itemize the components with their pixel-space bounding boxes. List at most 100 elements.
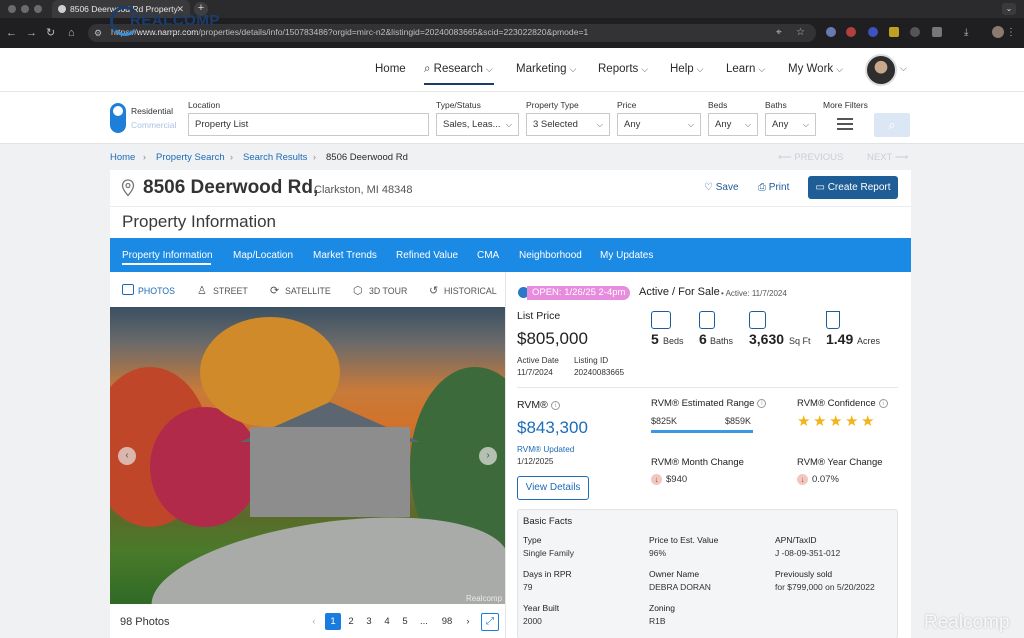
- pager-page-98[interactable]: 98: [437, 613, 457, 630]
- browser-menu-icon[interactable]: ⋮: [1006, 26, 1016, 40]
- breadcrumb-current: 8506 Deerwood Rd: [326, 152, 408, 163]
- panel-divider: [517, 387, 898, 388]
- photo-tab-satellite[interactable]: SATELLITE: [285, 286, 331, 296]
- tab-my-updates[interactable]: My Updates: [600, 250, 653, 261]
- user-menu-chevron-icon[interactable]: ⌵: [900, 63, 907, 74]
- browser-profile-avatar[interactable]: [992, 26, 1004, 38]
- extension-icon[interactable]: [889, 27, 899, 37]
- price-label: Price: [617, 100, 637, 110]
- listing-id: 20240083665: [574, 368, 625, 377]
- reload-icon[interactable]: ↻: [46, 26, 55, 40]
- photo-tab-historical[interactable]: HISTORICAL: [444, 286, 497, 296]
- site-info-icon[interactable]: ⚙: [94, 26, 102, 40]
- rvm-updated-label: RVM® Updated: [517, 445, 575, 454]
- baths-select[interactable]: Any ⌵: [765, 113, 816, 136]
- fact-label: Type: [523, 535, 542, 545]
- view-details-button[interactable]: View Details: [517, 476, 589, 500]
- nav-reports[interactable]: Reports ⌵: [598, 63, 648, 75]
- tab-neighborhood[interactable]: Neighborhood: [519, 250, 582, 261]
- beds-value: 5: [651, 331, 659, 347]
- chevron-down-icon: ⌵: [596, 120, 603, 129]
- chevron-right-icon: ›: [230, 152, 233, 162]
- nav-marketing[interactable]: Marketing ⌵: [516, 63, 576, 75]
- fact-value: R1B: [649, 616, 666, 626]
- info-icon[interactable]: i: [878, 399, 888, 408]
- property-address: 8506 Deerwood Rd,: [143, 177, 319, 198]
- window-minimize-dot[interactable]: [21, 5, 29, 13]
- chevron-down-icon: ⌵: [569, 64, 577, 74]
- location-icon[interactable]: ⌖: [776, 26, 782, 40]
- info-icon[interactable]: i: [550, 401, 560, 410]
- extension-icon[interactable]: [826, 27, 836, 37]
- property-city: Clarkston, MI 48348: [314, 184, 413, 196]
- window-close-dot[interactable]: [8, 5, 16, 13]
- search-button[interactable]: ⌕: [874, 113, 910, 137]
- tab-map-location[interactable]: Map/Location: [233, 250, 293, 261]
- listing-id-label: Listing ID: [574, 356, 609, 365]
- sliders-icon[interactable]: [836, 116, 854, 132]
- nav-learn[interactable]: Learn ⌵: [726, 63, 765, 75]
- pager-prev-icon[interactable]: ‹: [306, 613, 322, 630]
- toggle-residential-label[interactable]: Residential: [131, 106, 173, 116]
- forward-icon[interactable]: →: [26, 26, 37, 40]
- tab-market-trends[interactable]: Market Trends: [313, 250, 377, 261]
- photo-next-button[interactable]: ›: [479, 447, 497, 465]
- type-status-select[interactable]: Sales, Leas... ⌵: [436, 113, 519, 136]
- print-button[interactable]: ⎙ Print: [758, 182, 789, 193]
- pager-page-2[interactable]: 2: [343, 613, 359, 630]
- next-link[interactable]: NEXT ⟶: [867, 152, 908, 163]
- photo-tab-3d-tour[interactable]: 3D TOUR: [369, 286, 407, 296]
- realcomp-logo[interactable]: REALCOMP Data-driven. Results-focused. M…: [110, 6, 220, 38]
- user-avatar[interactable]: [865, 54, 897, 86]
- photos-count: 98 Photos: [120, 616, 170, 628]
- basic-facts-panel: [517, 509, 898, 638]
- beds-label: Beds: [708, 100, 728, 110]
- extension-icon[interactable]: [868, 27, 878, 37]
- expand-icon[interactable]: ⤢: [481, 613, 499, 631]
- fact-value: 79: [523, 582, 533, 592]
- property-type-select[interactable]: 3 Selected ⌵: [526, 113, 610, 136]
- pager-page-4[interactable]: 4: [379, 613, 395, 630]
- breadcrumb-search-results[interactable]: Search Results: [243, 152, 307, 163]
- back-icon[interactable]: ←: [6, 26, 17, 40]
- create-report-button[interactable]: ▭ Create Report: [808, 176, 898, 199]
- chevron-down-icon: ⌵: [758, 64, 766, 74]
- rvm-month-change: $940: [666, 474, 688, 485]
- info-icon[interactable]: i: [757, 399, 767, 408]
- nav-home[interactable]: Home: [375, 63, 406, 75]
- property-photo[interactable]: [110, 307, 505, 604]
- photo-tab-street[interactable]: STREET: [213, 286, 248, 296]
- nav-research[interactable]: ⌕ Research ⌵: [424, 63, 493, 76]
- sqft-value: 3,630: [749, 331, 785, 347]
- location-input[interactable]: Property List: [188, 113, 429, 136]
- pager-page-3[interactable]: 3: [361, 613, 377, 630]
- photo-tab-photos[interactable]: PHOTOS: [138, 286, 175, 296]
- save-button[interactable]: ♡ Save: [704, 182, 739, 193]
- nav-my-work[interactable]: My Work ⌵: [788, 63, 843, 75]
- tab-refined-value[interactable]: Refined Value: [396, 250, 458, 261]
- window-maximize-dot[interactable]: [34, 5, 42, 13]
- download-icon[interactable]: ⤓: [964, 26, 968, 40]
- nav-help[interactable]: Help ⌵: [670, 63, 703, 75]
- pager-page-5[interactable]: 5: [397, 613, 413, 630]
- breadcrumb-property-search[interactable]: Property Search: [156, 152, 225, 163]
- search-icon: ⌕: [424, 63, 431, 75]
- extensions-puzzle-icon[interactable]: [932, 27, 942, 37]
- breadcrumb-home[interactable]: Home: [110, 152, 135, 163]
- bookmark-star-icon[interactable]: ☆: [796, 26, 805, 40]
- pager-next-icon[interactable]: ›: [460, 613, 476, 630]
- fact-value: J -08-09-351-012: [775, 548, 841, 558]
- beds-select[interactable]: Any ⌵: [708, 113, 758, 136]
- tab-cma[interactable]: CMA: [477, 250, 499, 261]
- tab-property-information[interactable]: Property Information: [122, 250, 213, 261]
- extension-icon[interactable]: [846, 27, 856, 37]
- toggle-commercial-label[interactable]: Commercial: [131, 120, 176, 130]
- photo-prev-button[interactable]: ‹: [118, 447, 136, 465]
- pager-page-1[interactable]: 1: [325, 613, 341, 630]
- tab-search-icon[interactable]: ⌄: [1002, 3, 1016, 15]
- previous-link[interactable]: ⟵ PREVIOUS: [778, 152, 843, 163]
- baths-label: Baths: [765, 100, 787, 110]
- extension-icon[interactable]: [910, 27, 920, 37]
- home-icon[interactable]: ⌂: [68, 26, 75, 40]
- price-select[interactable]: Any ⌵: [617, 113, 701, 136]
